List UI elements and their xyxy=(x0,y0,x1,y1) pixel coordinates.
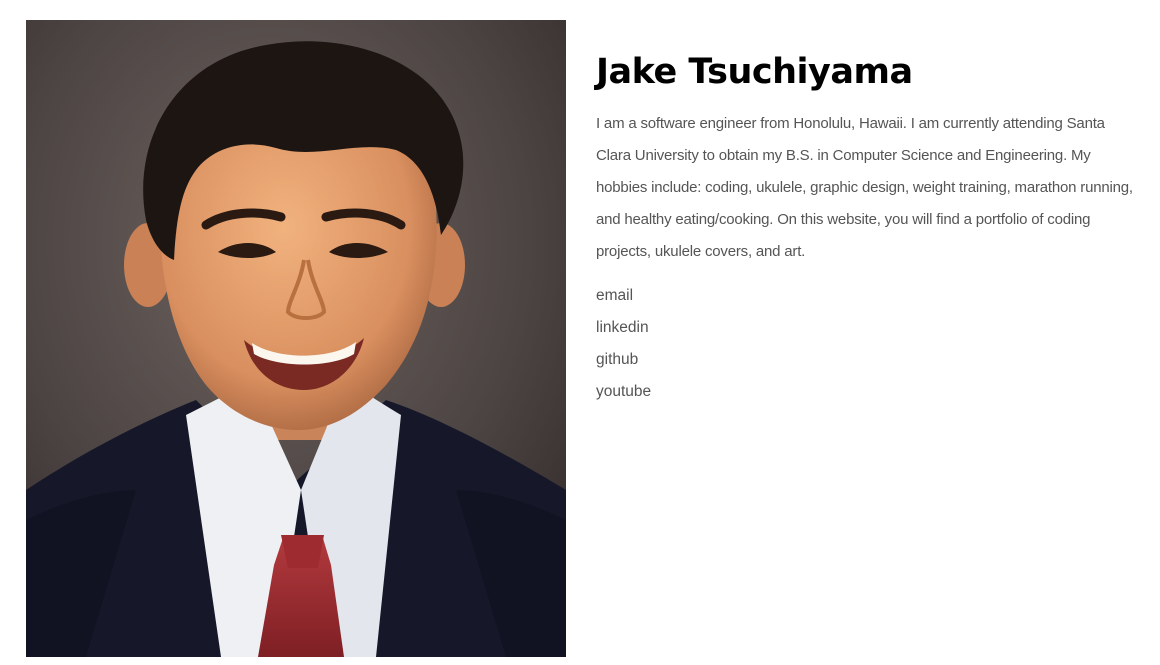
about-page: Jake Tsuchiyama I am a software engineer… xyxy=(0,0,1160,665)
youtube-link[interactable]: youtube xyxy=(596,383,651,400)
page-title: Jake Tsuchiyama xyxy=(596,52,913,92)
profile-photo xyxy=(26,20,566,657)
list-item: youtube xyxy=(596,376,1141,408)
email-link[interactable]: email xyxy=(596,287,633,304)
github-link[interactable]: github xyxy=(596,351,638,368)
list-item: github xyxy=(596,344,1141,376)
profile-content: Jake Tsuchiyama I am a software engineer… xyxy=(596,48,1141,408)
list-item: linkedin xyxy=(596,312,1141,344)
list-item: email xyxy=(596,280,1141,312)
bio-paragraph: I am a software engineer from Honolulu, … xyxy=(596,115,1133,260)
linkedin-link[interactable]: linkedin xyxy=(596,319,649,336)
contact-links: email linkedin github youtube xyxy=(596,280,1141,408)
